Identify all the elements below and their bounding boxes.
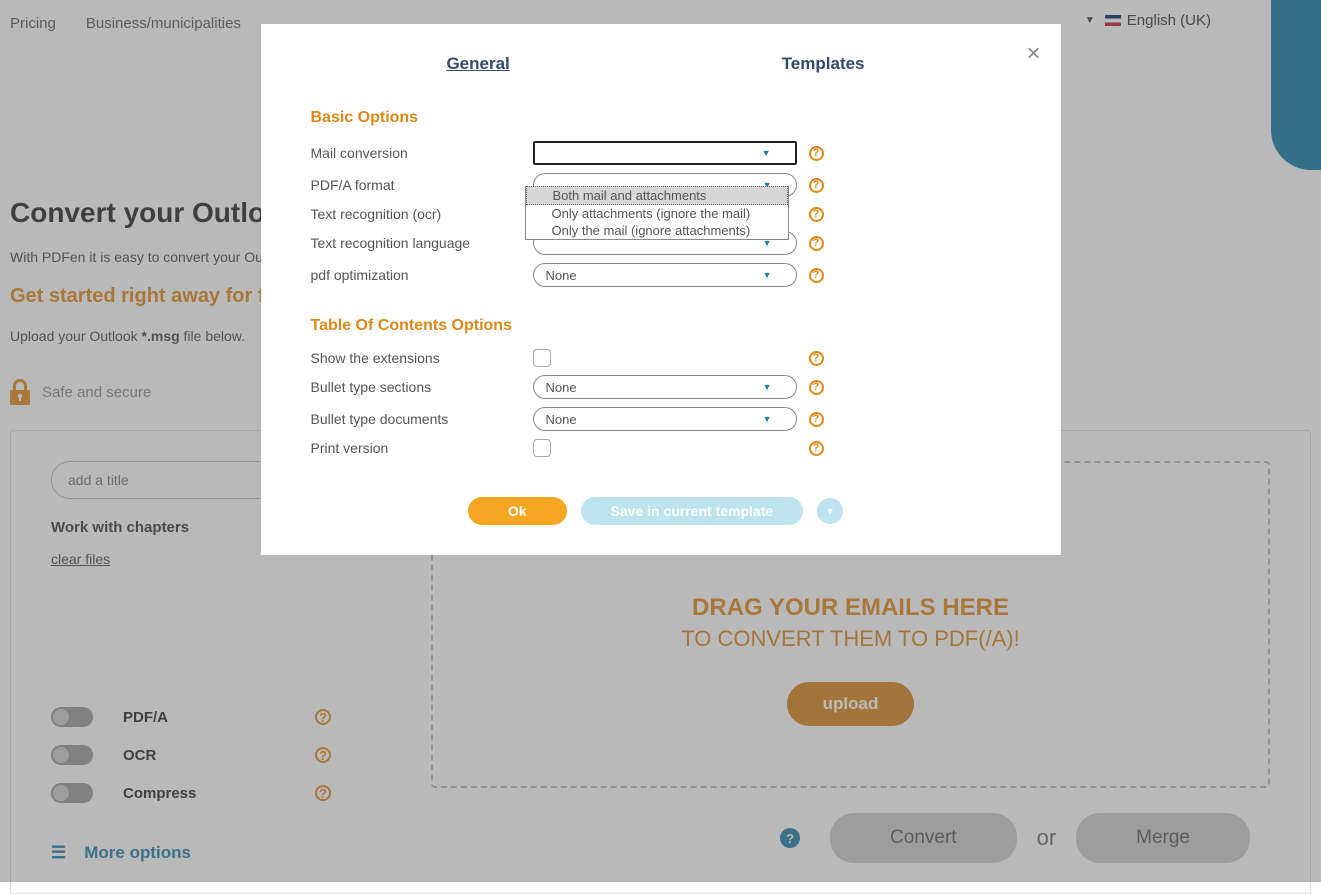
pdf-optimization-select[interactable]: None ▼ (533, 263, 797, 287)
option-label: Mail conversion (311, 145, 521, 161)
help-icon[interactable]: ? (809, 268, 824, 283)
dropdown-item-only-attachments[interactable]: Only attachments (ignore the mail) (526, 205, 788, 222)
help-icon[interactable]: ? (809, 236, 824, 251)
option-mail-conversion: Mail conversion ▼ ? (311, 141, 1001, 165)
chevron-down-icon: ▼ (763, 270, 772, 280)
option-print-version: Print version ? (311, 439, 1001, 457)
option-label: Print version (311, 440, 521, 456)
option-label: Show the extensions (311, 350, 521, 366)
select-value: None (546, 412, 577, 427)
bullet-sections-select[interactable]: None ▼ (533, 375, 797, 399)
option-pdf-optimization: pdf optimization None ▼ ? (311, 263, 1001, 287)
option-bullet-sections: Bullet type sections None ▼ ? (311, 375, 1001, 399)
option-show-extensions: Show the extensions ? (311, 349, 1001, 367)
option-label: pdf optimization (311, 267, 521, 283)
chevron-down-icon: ▼ (762, 148, 771, 158)
mail-conversion-dropdown: Both mail and attachments Only attachmen… (525, 186, 789, 240)
help-icon[interactable]: ? (809, 207, 824, 222)
option-label: Bullet type sections (311, 379, 521, 395)
option-bullet-documents: Bullet type documents None ▼ ? (311, 407, 1001, 431)
save-template-button[interactable]: Save in current template (581, 497, 804, 525)
close-button[interactable]: × (1026, 40, 1040, 68)
option-label: Text recognition (ocr) (311, 206, 521, 222)
bullet-documents-select[interactable]: None ▼ (533, 407, 797, 431)
chevron-down-icon: ▼ (763, 382, 772, 392)
help-icon[interactable]: ? (809, 441, 824, 456)
basic-options-header: Basic Options (311, 109, 1001, 127)
help-icon[interactable]: ? (809, 380, 824, 395)
help-icon[interactable]: ? (809, 351, 824, 366)
toc-options-header: Table Of Contents Options (311, 317, 1001, 335)
option-label: PDF/A format (311, 177, 521, 193)
modal-overlay: × General Templates Basic Options Mail c… (0, 0, 1321, 882)
modal-buttons: Ok Save in current template ▼ (311, 497, 1001, 525)
ok-button[interactable]: Ok (468, 497, 567, 525)
help-icon[interactable]: ? (809, 146, 824, 161)
mail-conversion-select[interactable]: ▼ (533, 141, 797, 165)
option-label: Text recognition language (311, 235, 521, 251)
options-modal: × General Templates Basic Options Mail c… (261, 24, 1061, 555)
chevron-down-icon: ▼ (763, 414, 772, 424)
help-icon[interactable]: ? (809, 178, 824, 193)
dropdown-item-only-mail[interactable]: Only the mail (ignore attachments) (526, 222, 788, 239)
tab-general[interactable]: General (446, 54, 509, 74)
print-version-checkbox[interactable] (533, 439, 551, 457)
help-icon[interactable]: ? (809, 412, 824, 427)
select-value: None (546, 268, 577, 283)
tab-templates[interactable]: Templates (782, 54, 865, 74)
modal-tabs: General Templates (311, 54, 1001, 74)
save-dropdown-arrow[interactable]: ▼ (817, 498, 843, 524)
option-label: Bullet type documents (311, 411, 521, 427)
select-value: None (546, 380, 577, 395)
show-extensions-checkbox[interactable] (533, 349, 551, 367)
dropdown-item-both[interactable]: Both mail and attachments (526, 186, 788, 205)
